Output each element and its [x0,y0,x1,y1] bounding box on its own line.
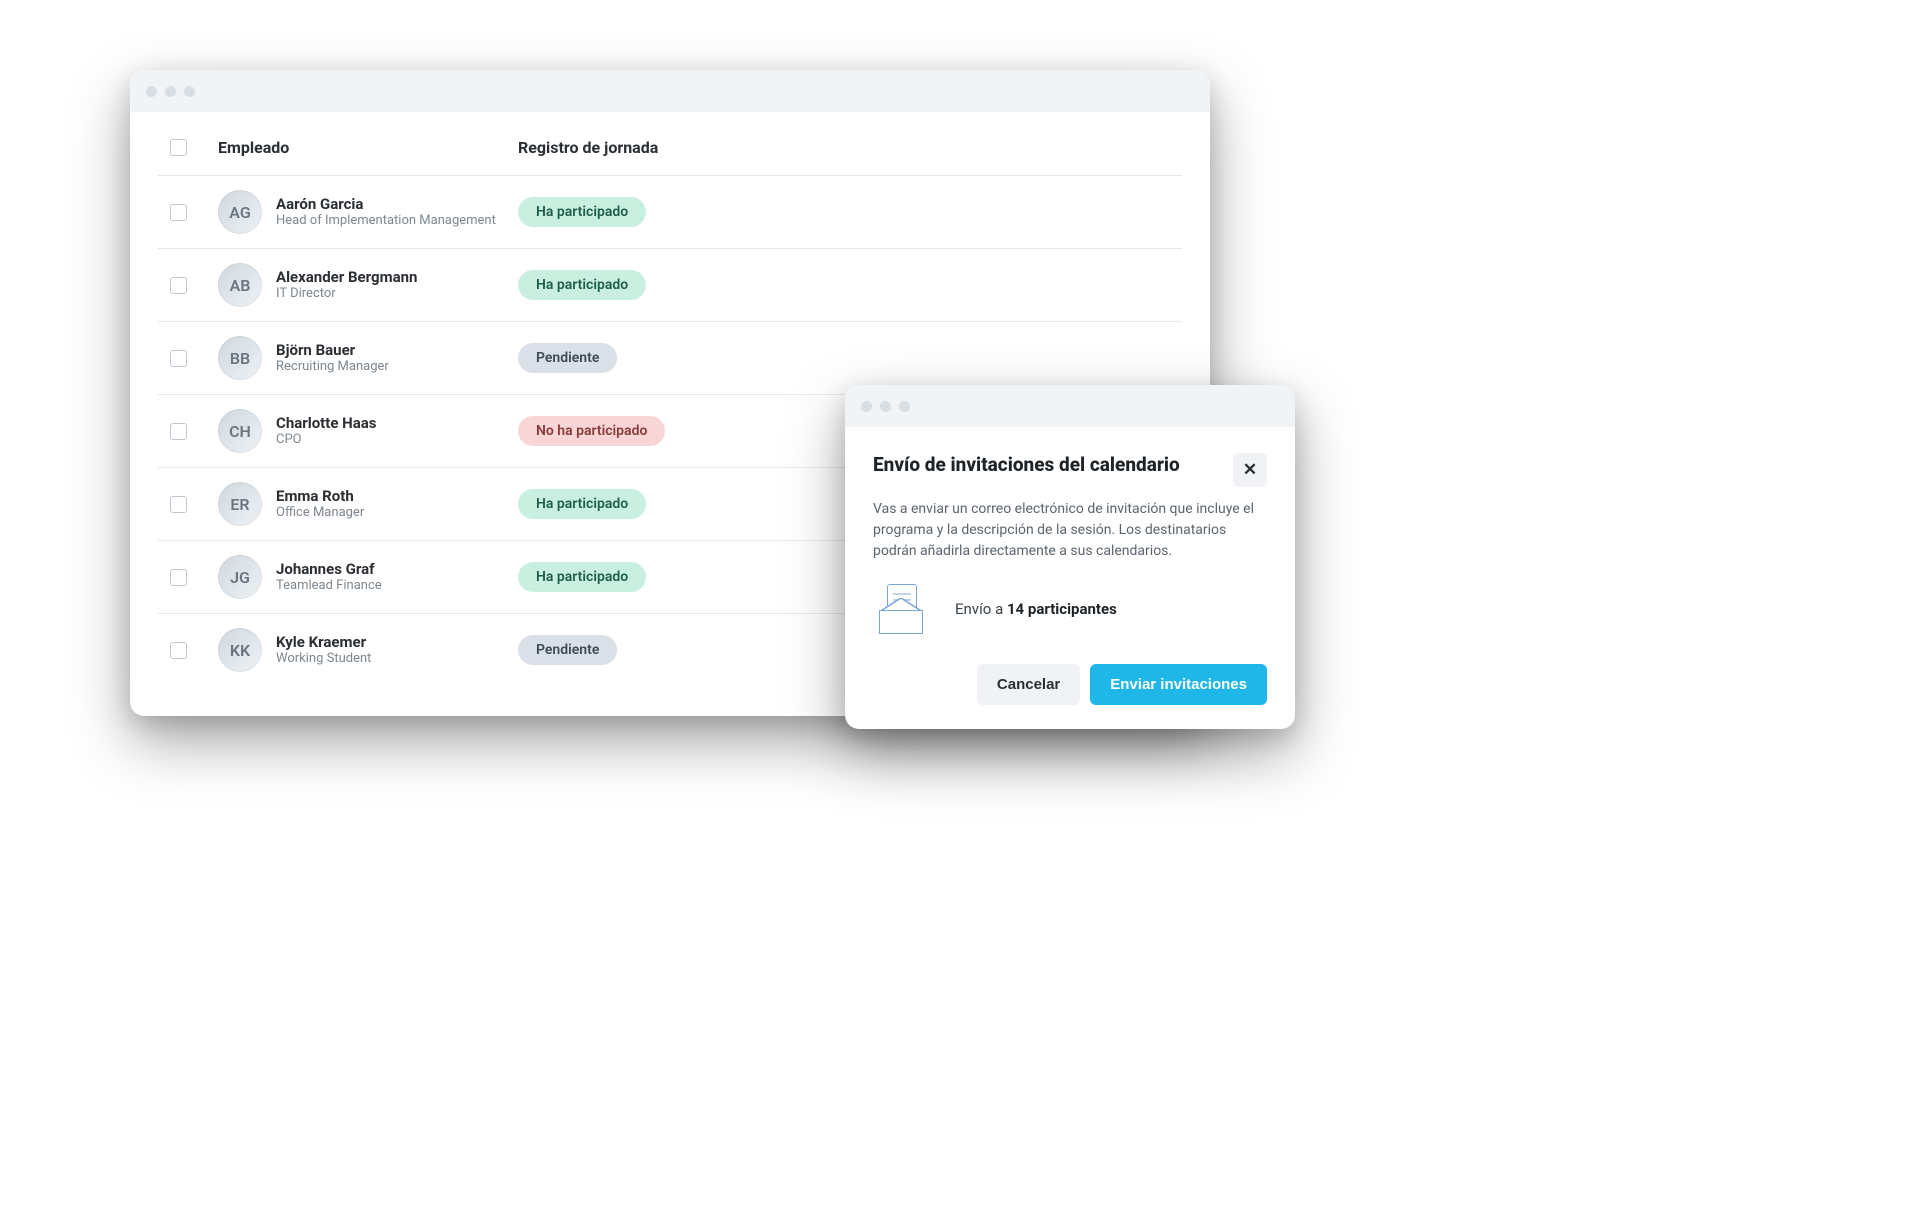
employee-role: Working Student [276,651,371,668]
table-row: AB Alexander BergmannIT Director Ha partic… [158,248,1182,321]
employee-role: IT Director [276,286,417,303]
row-checkbox[interactable] [170,569,187,586]
window-dot [165,86,176,97]
status-badge: Ha participado [518,489,646,519]
window-dot [146,86,157,97]
avatar: ER [218,482,262,526]
row-checkbox[interactable] [170,204,187,221]
employee-role: CPO [276,432,377,449]
avatar: KK [218,628,262,672]
employee-name: Charlotte Haas [276,414,377,432]
employee-role: Office Manager [276,505,364,522]
row-checkbox[interactable] [170,496,187,513]
modal-title: Envío de invitaciones del calendario [873,453,1180,477]
employee-name: Aarón Garcia [276,195,496,213]
window-dot [899,401,910,412]
select-all-checkbox[interactable] [170,139,187,156]
mail-illustration-icon [873,584,933,634]
table-header: Empleado Registro de jornada [158,112,1182,175]
recipient-summary: Envío a 14 participantes [873,584,1267,634]
employee-name: Björn Bauer [276,341,389,359]
send-invites-button[interactable]: Enviar invitaciones [1090,664,1267,705]
avatar: CH [218,409,262,453]
row-checkbox[interactable] [170,423,187,440]
employee-role: Teamlead Finance [276,578,382,595]
window-dot [880,401,891,412]
modal-description: Vas a enviar un correo electrónico de in… [873,499,1267,562]
employee-name: Emma Roth [276,487,364,505]
row-checkbox[interactable] [170,350,187,367]
avatar: AG [218,190,262,234]
employee-role: Recruiting Manager [276,359,389,376]
status-badge: Pendiente [518,635,617,665]
table-row: BB Björn BauerRecruiting Manager Pendiente [158,321,1182,394]
employee-name: Kyle Kraemer [276,633,371,651]
status-badge: Pendiente [518,343,617,373]
status-badge: Ha participado [518,562,646,592]
send-invites-modal: Envío de invitaciones del calendario ✕ V… [845,385,1295,729]
employee-name: Johannes Graf [276,560,382,578]
column-status: Registro de jornada [518,138,1182,157]
employee-name: Alexander Bergmann [276,268,417,286]
cancel-button[interactable]: Cancelar [977,664,1080,705]
status-badge: No ha participado [518,416,665,446]
window-dot [184,86,195,97]
column-employee: Empleado [218,138,498,157]
window-titlebar [130,70,1210,112]
avatar: JG [218,555,262,599]
status-badge: Ha participado [518,197,646,227]
row-checkbox[interactable] [170,642,187,659]
row-checkbox[interactable] [170,277,187,294]
avatar: AB [218,263,262,307]
table-row: AG Aarón GarciaHead of Implementation Man… [158,175,1182,248]
recipient-count-text: Envío a 14 participantes [955,600,1117,618]
modal-titlebar [845,385,1295,427]
status-badge: Ha participado [518,270,646,300]
window-dot [861,401,872,412]
close-button[interactable]: ✕ [1233,453,1267,487]
avatar: BB [218,336,262,380]
close-icon: ✕ [1243,460,1257,480]
employee-role: Head of Implementation Management [276,213,496,230]
